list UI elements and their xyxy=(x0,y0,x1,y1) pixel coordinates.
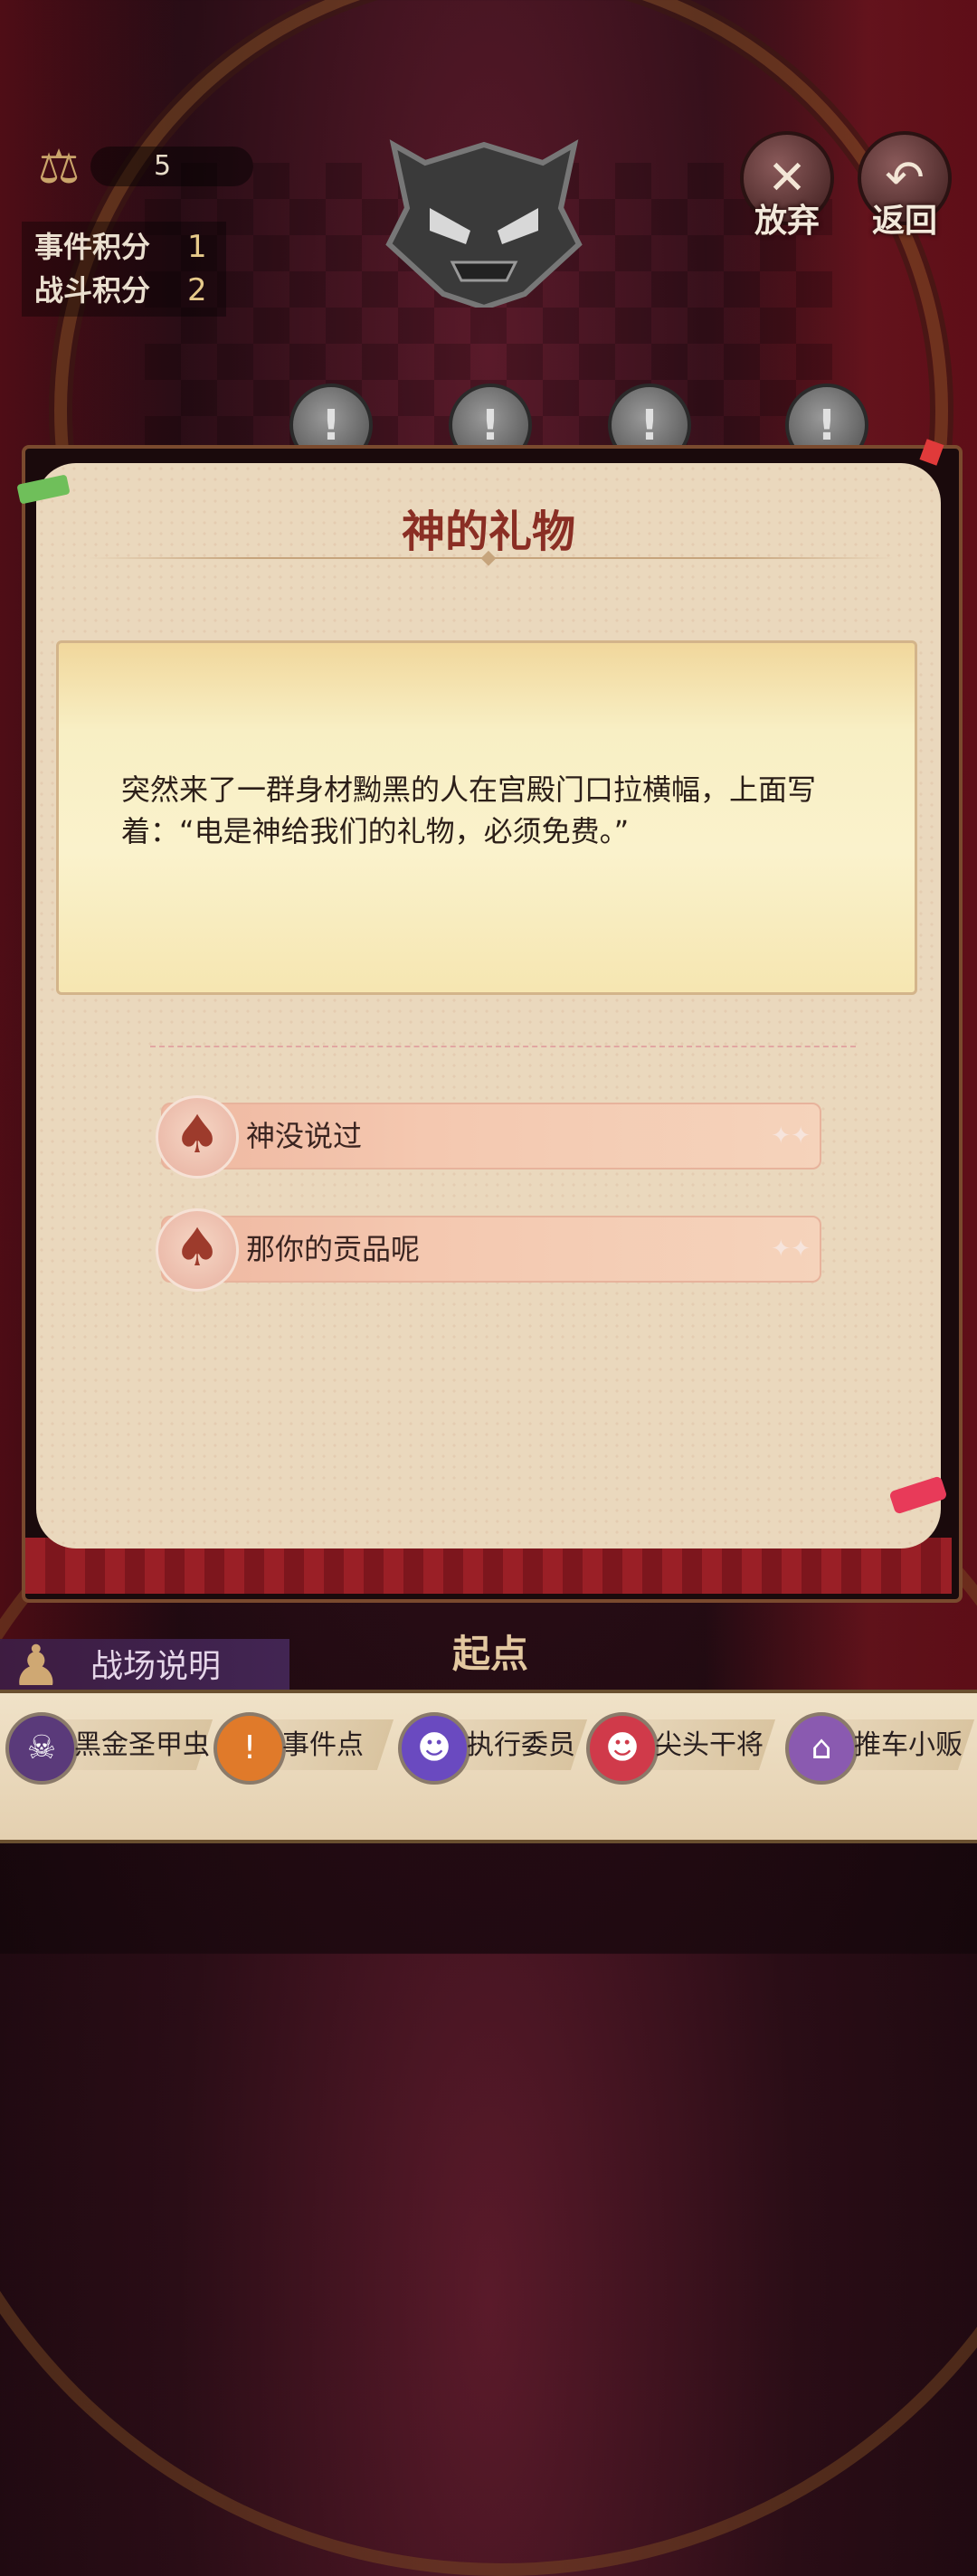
scale-icon: ⚖ xyxy=(37,140,81,194)
red-demon-icon: ☻ xyxy=(586,1712,659,1785)
beetle-boss-icon: ☠ xyxy=(5,1712,78,1785)
sparkle-icon: ✦✦ xyxy=(771,1236,811,1263)
choice-label: 神没说过 xyxy=(246,1119,363,1153)
legend-item-executive[interactable]: ☻ 执行委员 xyxy=(398,1712,588,1799)
event-dialog xyxy=(36,463,941,1548)
battle-score-label: 战斗积分 xyxy=(34,273,151,308)
count-bar xyxy=(90,147,253,186)
event-score-label: 事件积分 xyxy=(34,230,151,264)
dashed-divider xyxy=(150,1046,856,1047)
legend-item-general[interactable]: ☻ 尖头干将 xyxy=(586,1712,776,1799)
choice-label: 那你的贡品呢 xyxy=(246,1232,421,1266)
legend-item-label: 尖头干将 xyxy=(655,1729,764,1761)
legend-item-label: 黑金圣甲虫 xyxy=(74,1729,210,1761)
purple-demon-icon: ☻ xyxy=(398,1712,470,1785)
event-score-value: 1 xyxy=(187,229,207,265)
legend-item-vendor[interactable]: ⌂ 推车小贩 xyxy=(785,1712,975,1799)
choice-option-2[interactable]: ♠ 那你的贡品呢 ✦✦ xyxy=(156,1208,821,1292)
sparkle-icon: ✦✦ xyxy=(771,1122,811,1150)
legend-item-label: 执行委员 xyxy=(467,1729,575,1761)
ornament-icon: ◆ xyxy=(480,546,497,569)
abandon-button[interactable]: ✕ 放弃 xyxy=(737,131,837,240)
boss-beetle-icon[interactable] xyxy=(380,136,588,308)
choice-option-1[interactable]: ♠ 神没说过 ✦✦ xyxy=(156,1095,821,1179)
legend-item-label: 推车小贩 xyxy=(854,1729,963,1761)
legend-header[interactable]: ♟ 战场说明 xyxy=(0,1633,289,1699)
start-point-label: 起点 xyxy=(452,1632,529,1676)
legend-item-event[interactable]: ! 事件点 xyxy=(213,1712,394,1799)
legend-item-boss[interactable]: ☠ 黑金圣甲虫 xyxy=(5,1712,213,1799)
legend-item-label: 事件点 xyxy=(282,1729,364,1761)
count-value: 5 xyxy=(154,150,172,182)
event-description: 突然来了一群身材黝黑的人在宫殿门口拉横幅，上面写着：“电是神给我们的礼物，必须免… xyxy=(121,772,817,848)
shop-icon: ⌂ xyxy=(785,1712,858,1785)
exclamation-icon: ! xyxy=(213,1712,286,1785)
battle-score-value: 2 xyxy=(187,272,207,308)
abandon-label: 放弃 xyxy=(754,202,820,240)
score-panel: 事件积分 1 战斗积分 2 xyxy=(22,222,226,317)
spade-icon: ♠ xyxy=(156,1208,239,1292)
back-button[interactable]: ↶ 返回 xyxy=(855,131,954,240)
legend-title: 战场说明 xyxy=(90,1648,222,1685)
spade-icon: ♠ xyxy=(156,1095,239,1179)
back-label: 返回 xyxy=(871,202,937,240)
